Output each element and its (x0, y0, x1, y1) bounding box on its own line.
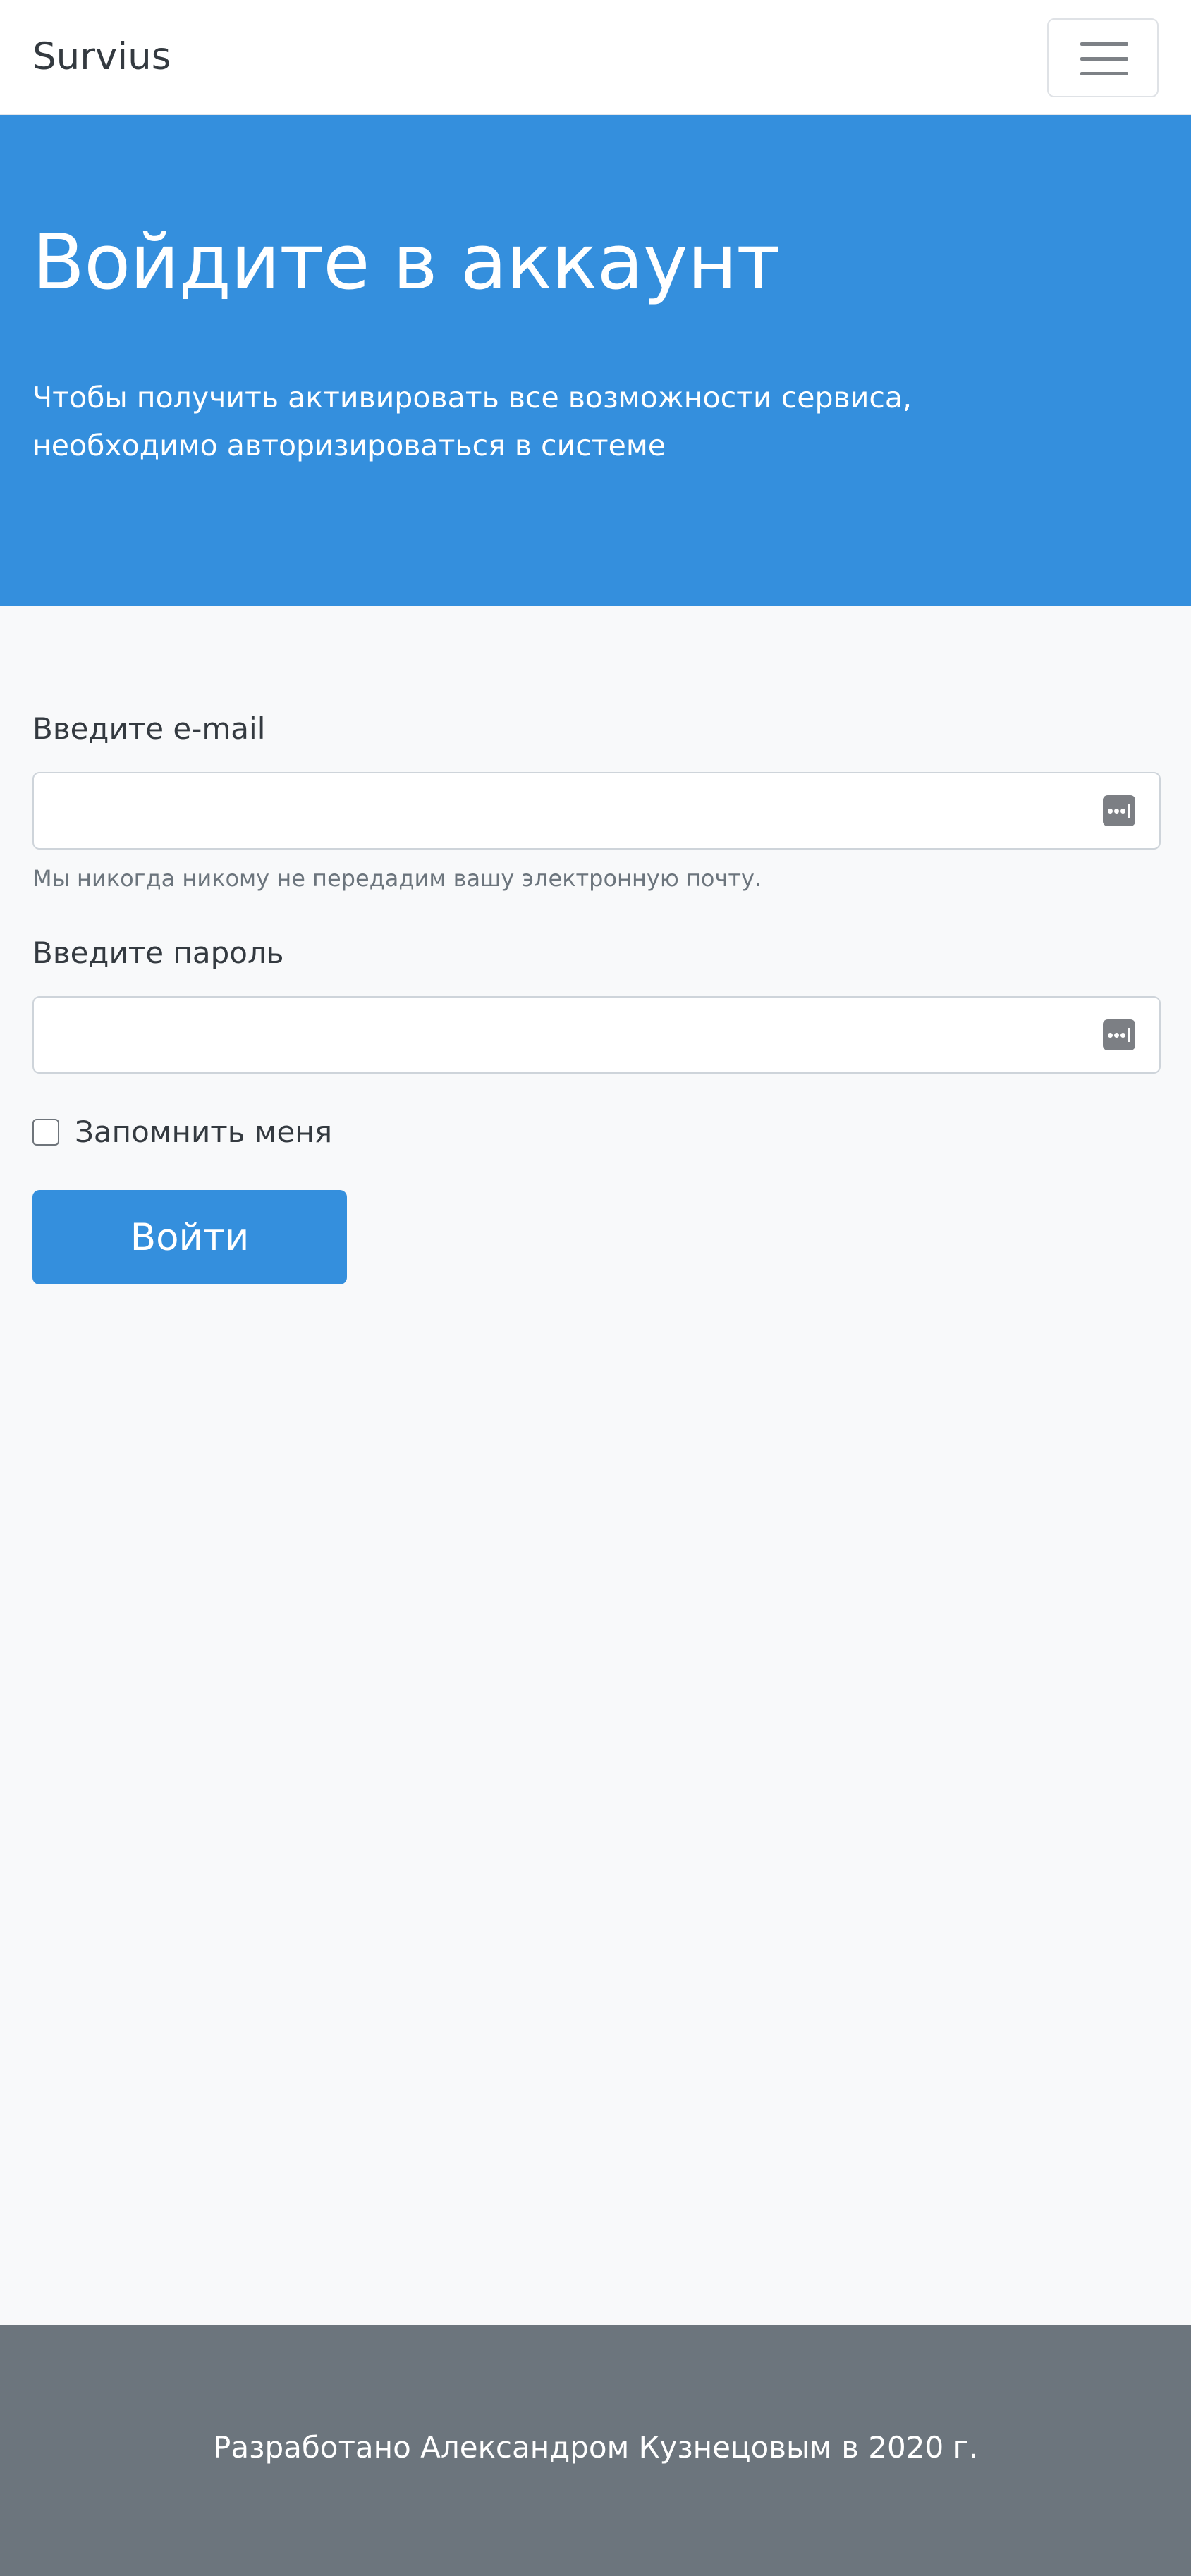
hamburger-menu-icon (1080, 42, 1128, 46)
login-submit-button[interactable]: Войти (32, 1190, 347, 1284)
remember-me-label[interactable]: Запомнить меня (75, 1114, 332, 1151)
hero-lead-text: Чтобы получить активировать все возможно… (32, 381, 912, 462)
password-label: Введите пароль (32, 936, 284, 970)
footer-credit-text: Разработано Александром Кузнецовым в 202… (213, 2430, 978, 2465)
hero-jumbotron: Войдите в аккаунт Чтобы получить активир… (0, 115, 1191, 606)
email-help-text: Мы никогда никому не передадим вашу элек… (32, 865, 762, 892)
remember-me-checkbox[interactable] (32, 1119, 59, 1146)
page: Survius Войдите в аккаунт Чтобы получить… (0, 0, 1191, 2576)
password-field[interactable] (32, 996, 1161, 1074)
navbar-toggler-button[interactable] (1047, 18, 1159, 97)
navbar: Survius (0, 0, 1191, 115)
page-title: Войдите в аккаунт (32, 219, 781, 307)
navbar-brand[interactable]: Survius (32, 34, 171, 80)
hamburger-menu-icon-line (1080, 72, 1128, 75)
email-field[interactable] (32, 772, 1161, 850)
footer: Разработано Александром Кузнецовым в 202… (0, 2325, 1191, 2576)
password-manager-key-icon[interactable] (1103, 1019, 1135, 1050)
password-manager-key-icon[interactable] (1103, 795, 1135, 826)
email-label: Введите e-mail (32, 711, 266, 746)
hamburger-menu-icon-line (1080, 57, 1128, 61)
